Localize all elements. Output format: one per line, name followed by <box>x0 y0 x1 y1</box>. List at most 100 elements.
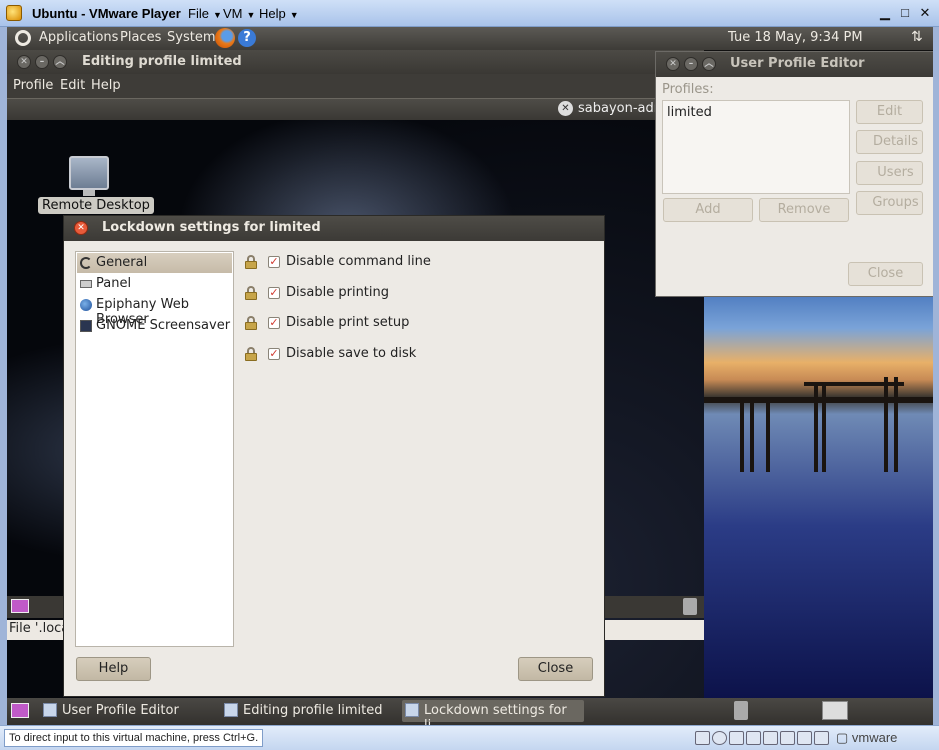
close-icon[interactable]: ✕ <box>666 57 680 71</box>
panel-menu-places[interactable]: Places <box>120 30 161 45</box>
minimize-icon[interactable]: ▁ <box>877 6 893 21</box>
upe-close-button[interactable]: Close <box>848 262 923 286</box>
ubuntu-logo-icon[interactable] <box>15 30 31 46</box>
close-button[interactable]: Close <box>518 657 593 681</box>
option-label[interactable]: Disable print setup <box>286 315 409 330</box>
menu-profile[interactable]: Profile <box>13 78 53 93</box>
task-user-profile-editor[interactable]: User Profile Editor <box>40 700 218 722</box>
details-button[interactable]: Details <box>856 130 923 154</box>
close-icon[interactable]: ✕ <box>74 221 88 235</box>
workspace-switcher[interactable] <box>822 701 848 720</box>
vmware-menu-help[interactable]: Help ▼ <box>259 6 299 21</box>
maximize-icon[interactable]: □ <box>897 6 913 21</box>
globe-icon <box>80 299 92 311</box>
sound-icon[interactable] <box>797 731 812 745</box>
category-list[interactable]: General Panel Epiphany Web Browser GNOME… <box>75 251 234 647</box>
users-button[interactable]: Users <box>856 161 923 185</box>
show-desktop-icon[interactable] <box>11 703 29 718</box>
gnome-foot-icon <box>80 257 92 269</box>
option-label[interactable]: Disable command line <box>286 254 431 269</box>
desktop-icon-label[interactable]: Remote Desktop <box>38 197 154 214</box>
checkbox-checked-icon[interactable]: ✓ <box>268 348 280 360</box>
maximize-icon[interactable]: ︿ <box>702 57 716 71</box>
lock-icon[interactable] <box>245 255 257 269</box>
dropdown-icon: ▼ <box>246 10 256 20</box>
lockdown-title: Lockdown settings for limited <box>102 220 321 235</box>
nested-user-name[interactable]: sabayon-adm <box>578 101 666 116</box>
vmware-menu-vm[interactable]: VM ▼ <box>223 6 255 21</box>
trash-icon[interactable] <box>683 598 697 615</box>
vmware-menu-file[interactable]: File ▼ <box>188 6 222 21</box>
category-panel[interactable]: Panel <box>77 274 232 294</box>
task-label: User Profile Editor <box>62 703 179 718</box>
lock-icon[interactable] <box>245 316 257 330</box>
close-icon[interactable]: ✕ <box>917 6 933 21</box>
groups-label: Groups <box>872 195 919 210</box>
monitor-icon[interactable] <box>69 156 109 190</box>
bluetooth-icon[interactable] <box>780 731 795 745</box>
window-icon <box>43 703 57 717</box>
lockdown-settings-dialog: ✕ Lockdown settings for limited General … <box>63 215 605 697</box>
pier-silhouette <box>704 377 933 472</box>
panel-clock[interactable]: Tue 18 May, 9:34 PM <box>728 30 863 45</box>
lock-icon[interactable] <box>245 286 257 300</box>
vmware-app-icon <box>6 5 22 21</box>
profile-item[interactable]: limited <box>667 105 712 120</box>
vmware-brand-text: vmware <box>851 730 898 745</box>
vmware-statusbar: To direct input to this virtual machine,… <box>0 725 939 750</box>
minimize-icon[interactable]: – <box>35 55 49 69</box>
edit-button[interactable]: Edit <box>856 100 923 124</box>
remove-button[interactable]: Remove <box>759 198 849 222</box>
firefox-icon[interactable] <box>215 28 235 48</box>
help-icon[interactable]: ? <box>238 29 256 47</box>
vmware-menu-file-label: File <box>188 6 209 21</box>
close-icon[interactable]: ✕ <box>17 55 31 69</box>
category-screensaver[interactable]: GNOME Screensaver <box>77 316 232 336</box>
checkbox-checked-icon[interactable]: ✓ <box>268 256 280 268</box>
network-adapter-icon[interactable] <box>746 731 761 745</box>
menu-help[interactable]: Help <box>91 78 121 93</box>
users-label: Users <box>877 165 914 180</box>
checkbox-checked-icon[interactable]: ✓ <box>268 287 280 299</box>
category-label: GNOME Screensaver <box>96 318 231 333</box>
add-button[interactable]: Add <box>663 198 753 222</box>
menu-edit[interactable]: Edit <box>60 78 85 93</box>
help-button[interactable]: Help <box>76 657 151 681</box>
cd-rom-icon[interactable] <box>712 731 727 745</box>
floppy-icon[interactable] <box>729 731 744 745</box>
task-label: Editing profile limited <box>243 703 383 718</box>
user-profile-editor-titlebar: ✕ – ︿ User Profile Editor <box>656 52 933 77</box>
category-label: General <box>96 255 148 270</box>
option-label[interactable]: Disable save to disk <box>286 346 416 361</box>
printer-icon[interactable] <box>814 731 829 745</box>
hard-disk-icon[interactable] <box>695 731 710 745</box>
task-editing-profile[interactable]: Editing profile limited <box>221 700 399 722</box>
panel-menu-applications[interactable]: Applications <box>39 30 118 45</box>
dropdown-icon: ▼ <box>289 10 299 20</box>
groups-button[interactable]: Groups <box>856 191 923 215</box>
monitor-stand <box>83 190 95 196</box>
usb-icon[interactable] <box>763 731 778 745</box>
trash-icon[interactable] <box>734 701 748 720</box>
window-icon <box>224 703 238 717</box>
network-icon[interactable]: ⇅ <box>911 29 923 45</box>
category-general[interactable]: General <box>77 253 232 273</box>
checkbox-checked-icon[interactable]: ✓ <box>268 317 280 329</box>
profiles-list[interactable]: limited <box>662 100 850 194</box>
category-epiphany[interactable]: Epiphany Web Browser <box>77 295 232 327</box>
editing-profile-title: Editing profile limited <box>82 54 242 69</box>
gnome-bottom-panel: User Profile Editor Editing profile limi… <box>7 698 933 725</box>
panel-menu-system[interactable]: System <box>167 30 215 45</box>
profiles-label: Profiles: <box>662 82 714 97</box>
minimize-icon[interactable]: – <box>684 57 698 71</box>
lock-icon[interactable] <box>245 347 257 361</box>
task-lockdown-settings[interactable]: Lockdown settings for li... <box>402 700 584 725</box>
shutdown-icon[interactable]: ✕ <box>558 101 573 116</box>
maximize-icon[interactable]: ︿ <box>53 55 67 69</box>
show-desktop-icon[interactable] <box>11 599 29 613</box>
vmware-input-hint: To direct input to this virtual machine,… <box>4 729 264 747</box>
lockdown-titlebar: ✕ Lockdown settings for limited <box>64 216 604 241</box>
option-label[interactable]: Disable printing <box>286 285 389 300</box>
editing-profile-menubar: Profile Edit Help <box>7 74 704 98</box>
guest-screen[interactable]: Applications Places System ? Tue 18 May,… <box>7 27 933 725</box>
